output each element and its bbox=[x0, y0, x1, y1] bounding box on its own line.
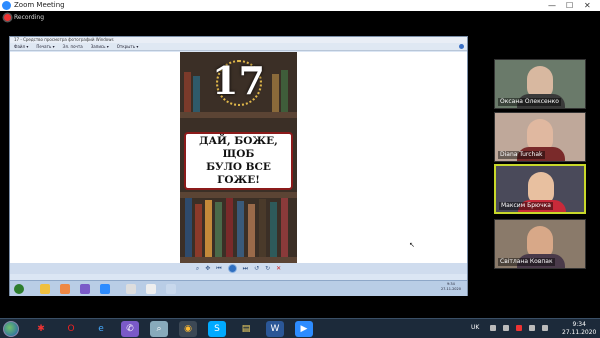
word-app-icon[interactable]: W bbox=[266, 321, 284, 337]
book bbox=[248, 204, 255, 257]
next-icon[interactable]: ⏭ bbox=[243, 265, 248, 273]
participant-tile[interactable]: Diana Turchak bbox=[494, 112, 586, 162]
previous-icon[interactable]: ⏮ bbox=[216, 265, 221, 273]
shared-chrome-icon[interactable] bbox=[60, 284, 70, 294]
language-indicator[interactable]: UK bbox=[471, 324, 479, 331]
shared-clock-date: 27.11.2020 bbox=[440, 287, 461, 291]
book bbox=[237, 201, 244, 257]
shared-screen: 17 - Средство просмотра фотографий Windo… bbox=[9, 36, 468, 296]
poster-card: ДАЙ, БОЖЕ, ЩОБ БУЛО ВСЕ ГОЖЕ! bbox=[184, 132, 293, 190]
menu-print[interactable]: Печать ▾ bbox=[36, 43, 54, 50]
recording-label: Recording bbox=[14, 14, 45, 21]
maximize-button[interactable]: ☐ bbox=[566, 0, 573, 11]
chrome-app-icon[interactable]: ◉ bbox=[179, 321, 197, 337]
menu-open[interactable]: Открыть ▾ bbox=[117, 43, 139, 50]
network-icon[interactable] bbox=[529, 325, 535, 331]
menu-burn[interactable]: Запись ▾ bbox=[91, 43, 109, 50]
book bbox=[195, 204, 202, 257]
mouse-cursor-icon: ↖ bbox=[409, 241, 415, 249]
participant-tile[interactable]: Світлана Ковпак bbox=[494, 219, 586, 269]
explorer-app-icon[interactable]: ▤ bbox=[237, 321, 255, 337]
shared-app-icon[interactable] bbox=[146, 284, 156, 294]
poster-number: 17 bbox=[212, 58, 265, 103]
book bbox=[259, 199, 266, 257]
zoom-logo-icon bbox=[2, 1, 11, 10]
shelf bbox=[180, 192, 297, 198]
book bbox=[205, 200, 212, 257]
search-app-icon[interactable]: ⌕ bbox=[150, 321, 168, 337]
fit-icon[interactable]: ✥ bbox=[205, 265, 210, 272]
book bbox=[281, 198, 288, 257]
skype-app-icon[interactable]: S bbox=[208, 321, 226, 337]
rotate-right-icon[interactable]: ↻ bbox=[265, 265, 270, 272]
shared-start-icon[interactable] bbox=[14, 284, 24, 294]
volume-icon[interactable] bbox=[542, 325, 548, 331]
close-button[interactable]: ✕ bbox=[584, 0, 591, 11]
shared-clock: 9:34 27.11.2020 bbox=[441, 282, 461, 292]
shared-zoom-icon[interactable] bbox=[100, 284, 110, 294]
photo-canvas: 17 ДАЙ, БОЖЕ, ЩОБ БУЛО ВСЕ ГОЖЕ! ↖ bbox=[10, 52, 467, 263]
windows-taskbar: ✱ O e ✆ ⌕ ◉ S ▤ W ▶ UK 9:34 27.11.2020 bbox=[0, 318, 600, 338]
viber-app-icon[interactable]: ✆ bbox=[121, 321, 139, 337]
poster-text: ДАЙ, БОЖЕ, ЩОБ БУЛО ВСЕ ГОЖЕ! bbox=[199, 135, 278, 186]
book bbox=[270, 202, 277, 257]
photo-viewer-menu: Файл ▾ Печать ▾ Эл. почта Запись ▾ Откры… bbox=[10, 43, 467, 51]
tray-icon[interactable] bbox=[516, 325, 522, 331]
participant-name: Оксана Олексенко bbox=[498, 98, 561, 106]
poster-image: 17 ДАЙ, БОЖЕ, ЩОБ БУЛО ВСЕ ГОЖЕ! bbox=[180, 52, 297, 263]
clock-date: 27.11.2020 bbox=[562, 329, 597, 336]
zoom-control-icon[interactable]: ⌕ bbox=[196, 265, 199, 273]
zoom-meeting-window: Zoom Meeting — ☐ ✕ Recording 17 - Средст… bbox=[0, 0, 600, 318]
delete-icon[interactable]: ✕ bbox=[276, 265, 281, 272]
recording-indicator[interactable]: Recording bbox=[4, 14, 44, 21]
participant-name: Світлана Ковпак bbox=[498, 258, 555, 266]
shared-viber-icon[interactable] bbox=[80, 284, 90, 294]
shared-taskbar: 9:34 27.11.2020 bbox=[10, 280, 467, 296]
participant-name: Diana Turchak bbox=[498, 151, 545, 159]
shared-photo-viewer-icon[interactable] bbox=[166, 284, 176, 294]
zoom-app-icon[interactable]: ▶ bbox=[295, 321, 313, 337]
tray-icon[interactable] bbox=[490, 325, 496, 331]
shelf bbox=[180, 112, 297, 118]
ie-app-icon[interactable]: e bbox=[92, 321, 110, 337]
participant-tile-active[interactable]: Максим Брючка bbox=[494, 164, 586, 214]
shared-explorer-icon[interactable] bbox=[40, 284, 50, 294]
book bbox=[226, 198, 233, 257]
help-icon[interactable] bbox=[459, 44, 464, 49]
book bbox=[185, 198, 192, 257]
taskbar-clock[interactable]: 9:34 27.11.2020 bbox=[562, 321, 596, 337]
zoom-title-bar: Zoom Meeting — ☐ ✕ bbox=[0, 0, 600, 11]
tray-icon[interactable] bbox=[503, 325, 509, 331]
minimize-button[interactable]: — bbox=[548, 0, 556, 11]
book bbox=[215, 202, 222, 257]
shared-window-icon[interactable] bbox=[126, 284, 136, 294]
slideshow-button[interactable] bbox=[227, 264, 237, 273]
menu-file[interactable]: Файл ▾ bbox=[14, 43, 28, 50]
rotate-left-icon[interactable]: ↺ bbox=[254, 265, 259, 272]
menu-email[interactable]: Эл. почта bbox=[63, 43, 83, 50]
start-button[interactable] bbox=[3, 321, 19, 337]
photo-viewer-controls: ⌕ ✥ ⏮ ⏭ ↺ ↻ ✕ bbox=[10, 263, 467, 274]
participant-name: Максим Брючка bbox=[499, 202, 553, 210]
window-title: Zoom Meeting bbox=[14, 1, 65, 9]
opera-app-icon[interactable]: O bbox=[62, 321, 80, 337]
clock-time: 9:34 bbox=[572, 321, 586, 328]
participant-tile[interactable]: Оксана Олексенко bbox=[494, 59, 586, 109]
adobe-app-icon[interactable]: ✱ bbox=[32, 321, 50, 337]
recording-dot-icon bbox=[4, 14, 11, 21]
